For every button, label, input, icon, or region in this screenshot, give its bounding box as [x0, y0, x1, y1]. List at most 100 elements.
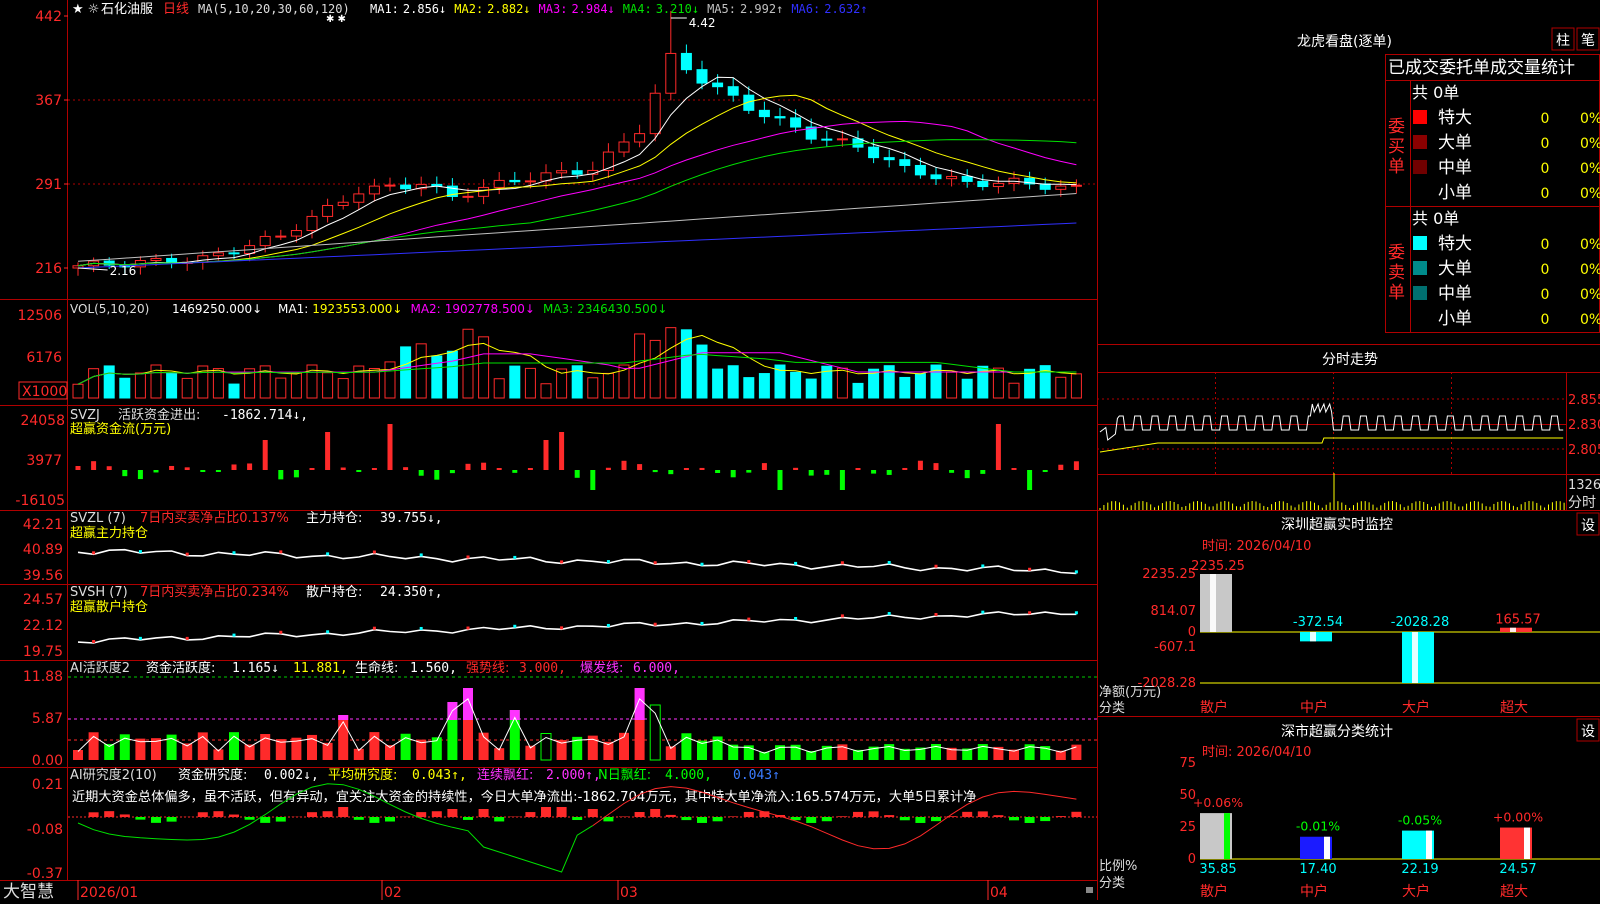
research-bar[interactable] [603, 817, 613, 821]
candle-body[interactable] [385, 185, 395, 186]
fund-flow-bar[interactable] [809, 470, 814, 476]
candle-body[interactable] [900, 160, 910, 166]
research-bar[interactable] [588, 809, 598, 817]
research-bar[interactable] [1071, 812, 1081, 817]
fund-flow-bar[interactable] [403, 467, 408, 470]
fund-flow-bar[interactable] [497, 468, 502, 470]
fund-flow-bar[interactable] [528, 468, 533, 470]
research-bar[interactable] [213, 811, 223, 817]
volume-bar[interactable] [915, 374, 925, 398]
volume-bar[interactable] [510, 366, 520, 398]
volume-bar[interactable] [947, 372, 957, 398]
volume-bar[interactable] [900, 377, 910, 398]
research-bar[interactable] [1040, 817, 1050, 821]
research-bar[interactable] [806, 817, 816, 823]
fund-flow-bar[interactable] [684, 468, 689, 470]
research-bar[interactable] [416, 812, 426, 817]
research-bar[interactable] [853, 812, 863, 817]
research-bar[interactable] [931, 817, 941, 821]
candle-body[interactable] [557, 171, 567, 173]
ai-activity-plot[interactable] [73, 688, 1081, 760]
research-bar[interactable] [744, 812, 754, 817]
research-bar[interactable] [447, 809, 457, 817]
fund-flow-bar[interactable] [466, 464, 471, 470]
research-bar[interactable] [900, 817, 910, 820]
candle-body[interactable] [728, 87, 738, 95]
event-stars[interactable]: ✱ ✱ [326, 14, 346, 25]
fund-flow-bar[interactable] [1012, 468, 1017, 470]
research-bar[interactable] [354, 817, 364, 820]
fund-flow-bar[interactable] [1058, 465, 1063, 470]
research-bar[interactable] [884, 815, 894, 817]
fund-flow-bar[interactable] [107, 466, 112, 470]
activity-bar-peak[interactable] [463, 688, 473, 720]
volume-bar[interactable] [744, 378, 754, 398]
volume-bar[interactable] [728, 366, 738, 398]
candle-body[interactable] [369, 186, 379, 194]
research-bar[interactable] [541, 807, 551, 817]
fund-flow-bar[interactable] [949, 470, 954, 473]
research-bar[interactable] [1025, 817, 1035, 823]
fund-flow-bar[interactable] [668, 470, 673, 474]
fund-flow-bar[interactable] [481, 463, 486, 470]
fund-flow-bar[interactable] [840, 470, 845, 490]
volume-bar[interactable] [588, 378, 598, 398]
candle-body[interactable] [494, 180, 504, 187]
volume-bar[interactable] [791, 372, 801, 398]
research-bar[interactable] [666, 815, 676, 817]
fund-flow-bar[interactable] [341, 468, 346, 470]
research-bar[interactable] [276, 817, 286, 822]
candle-body[interactable] [479, 187, 489, 196]
fund-flow-bar[interactable] [559, 432, 564, 470]
lock-icon[interactable] [1086, 887, 1093, 893]
research-bar[interactable] [557, 807, 567, 817]
volume-bar[interactable] [806, 379, 816, 398]
research-bar[interactable] [151, 817, 161, 823]
candle-body[interactable] [791, 118, 801, 127]
fund-flow-bar[interactable] [138, 470, 143, 479]
research-bar[interactable] [479, 809, 489, 817]
candle-body[interactable] [837, 139, 847, 140]
candle-body[interactable] [666, 53, 676, 93]
volume-bar[interactable] [1056, 377, 1066, 398]
volume-bar[interactable] [369, 368, 379, 398]
research-bar[interactable] [962, 812, 972, 817]
fund-flow-bar[interactable] [247, 463, 252, 470]
candle-body[interactable] [572, 171, 582, 175]
activity-bar-peak[interactable] [338, 715, 348, 720]
classify-bars[interactable]: +0.06%35.85散户-0.01%17.40中户-0.05%22.19大户+… [1193, 795, 1600, 900]
fund-flow-bar[interactable] [856, 468, 861, 470]
research-bar[interactable] [697, 817, 707, 823]
research-bar[interactable] [260, 817, 270, 823]
candle-body[interactable] [1071, 185, 1081, 186]
candle-body[interactable] [947, 176, 957, 178]
stock-name[interactable]: 石化油服 [101, 2, 153, 17]
fund-flow-bar[interactable] [419, 470, 424, 476]
candle-body[interactable] [463, 196, 473, 197]
research-bar[interactable] [104, 811, 114, 817]
fund-flow-bar[interactable] [622, 461, 627, 470]
volume-bar[interactable] [276, 378, 286, 398]
volume-bar[interactable] [759, 374, 769, 398]
candle-body[interactable] [198, 256, 208, 263]
candle-body[interactable] [307, 216, 317, 230]
fund-flow-bar[interactable] [887, 470, 892, 475]
volume-bar[interactable] [401, 347, 411, 398]
fund-flow-bar[interactable] [185, 467, 190, 470]
volume-bar[interactable] [73, 384, 83, 398]
candle-body[interactable] [354, 194, 364, 202]
volume-bar[interactable] [89, 369, 99, 398]
research-bar[interactable] [635, 812, 645, 817]
volume-bar[interactable] [182, 378, 192, 398]
candle-body[interactable] [260, 236, 270, 245]
fund-flow-bar[interactable] [1027, 470, 1032, 490]
candle-body[interactable] [775, 117, 785, 118]
research-bar[interactable] [89, 812, 99, 817]
candle-body[interactable] [962, 176, 972, 181]
candle-body[interactable] [151, 258, 161, 260]
candle-body[interactable] [1056, 186, 1066, 189]
fund-flow-bar[interactable] [965, 470, 970, 478]
candle-body[interactable] [229, 253, 239, 254]
fund-flow-bar[interactable] [372, 468, 377, 470]
fund-flow-bar[interactable] [606, 468, 611, 470]
